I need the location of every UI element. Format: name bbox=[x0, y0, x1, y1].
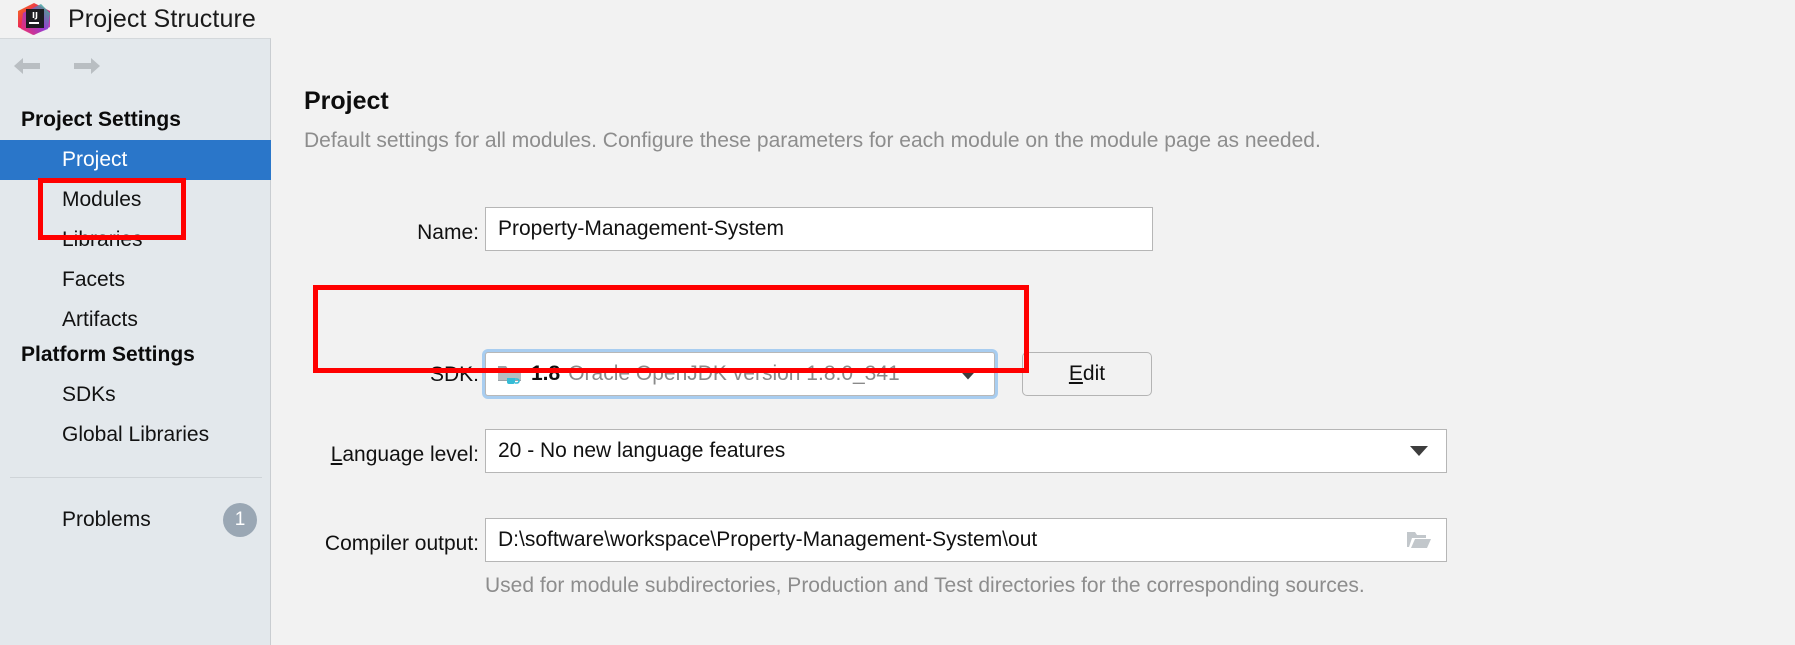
folder-open-icon[interactable] bbox=[1406, 529, 1432, 551]
language-level-value: 20 - No new language features bbox=[498, 439, 786, 462]
title-bar: IJ Project Structure bbox=[0, 0, 1795, 38]
sdk-version: 1.8 bbox=[531, 362, 561, 385]
project-name-input[interactable]: Property-Management-System bbox=[485, 207, 1153, 251]
sidebar-item-modules[interactable]: Modules bbox=[0, 180, 271, 220]
sdk-combobox[interactable]: 1.8 Oracle OpenJDK version 1.8.0_341 bbox=[485, 352, 995, 396]
navigation-arrows bbox=[10, 53, 104, 79]
edit-button-mnemonic: E bbox=[1068, 362, 1083, 385]
sidebar-item-libraries[interactable]: Libraries bbox=[0, 220, 271, 260]
java-sdk-folder-icon bbox=[497, 362, 523, 386]
sdk-description: Oracle OpenJDK version 1.8.0_341 bbox=[568, 362, 900, 385]
language-level-combobox[interactable]: 20 - No new language features bbox=[485, 429, 1447, 473]
compiler-output-hint: Used for module subdirectories, Producti… bbox=[485, 574, 1365, 597]
intellij-idea-logo-icon: IJ bbox=[17, 2, 51, 36]
language-level-label: Language level: bbox=[304, 443, 479, 467]
project-structure-dialog: IJ Project Structure Project Settings Pr… bbox=[0, 0, 1795, 645]
settings-sidebar: Project Settings Project Modules Librari… bbox=[0, 38, 271, 645]
compiler-output-input[interactable]: D:\software\workspace\Property-Managemen… bbox=[485, 518, 1447, 562]
sidebar-item-artifacts[interactable]: Artifacts bbox=[0, 300, 271, 340]
arrow-left-icon[interactable] bbox=[10, 53, 44, 79]
page-description: Default settings for all modules. Config… bbox=[304, 129, 1321, 152]
chevron-down-icon[interactable] bbox=[1410, 446, 1428, 456]
arrow-right-icon[interactable] bbox=[70, 53, 104, 79]
sidebar-group-project-settings: Project Settings bbox=[21, 108, 181, 131]
sidebar-group-platform-settings: Platform Settings bbox=[21, 343, 195, 366]
page-title: Project bbox=[304, 87, 389, 115]
sidebar-item-sdks[interactable]: SDKs bbox=[0, 375, 271, 415]
window-title: Project Structure bbox=[68, 5, 256, 33]
language-level-mnemonic: L bbox=[330, 443, 343, 466]
name-label: Name: bbox=[417, 221, 479, 244]
compiler-output-label: Compiler output: bbox=[324, 532, 479, 555]
sidebar-item-facets[interactable]: Facets bbox=[0, 260, 271, 300]
edit-sdk-button[interactable]: Edit bbox=[1022, 352, 1152, 396]
edit-button-label: dit bbox=[1082, 362, 1106, 385]
sidebar-divider bbox=[10, 477, 262, 478]
chevron-down-icon[interactable] bbox=[958, 368, 978, 380]
sidebar-item-project[interactable]: Project bbox=[0, 140, 271, 180]
compiler-output-value: D:\software\workspace\Property-Managemen… bbox=[498, 528, 1038, 551]
project-settings-panel: Project Default settings for all modules… bbox=[272, 39, 1795, 645]
svg-text:IJ: IJ bbox=[32, 11, 38, 20]
sidebar-item-global-libraries[interactable]: Global Libraries bbox=[0, 415, 271, 455]
sdk-label: SDK: bbox=[429, 363, 479, 386]
problems-count-badge: 1 bbox=[223, 503, 257, 537]
language-level-label-text: anguage level: bbox=[342, 443, 479, 466]
